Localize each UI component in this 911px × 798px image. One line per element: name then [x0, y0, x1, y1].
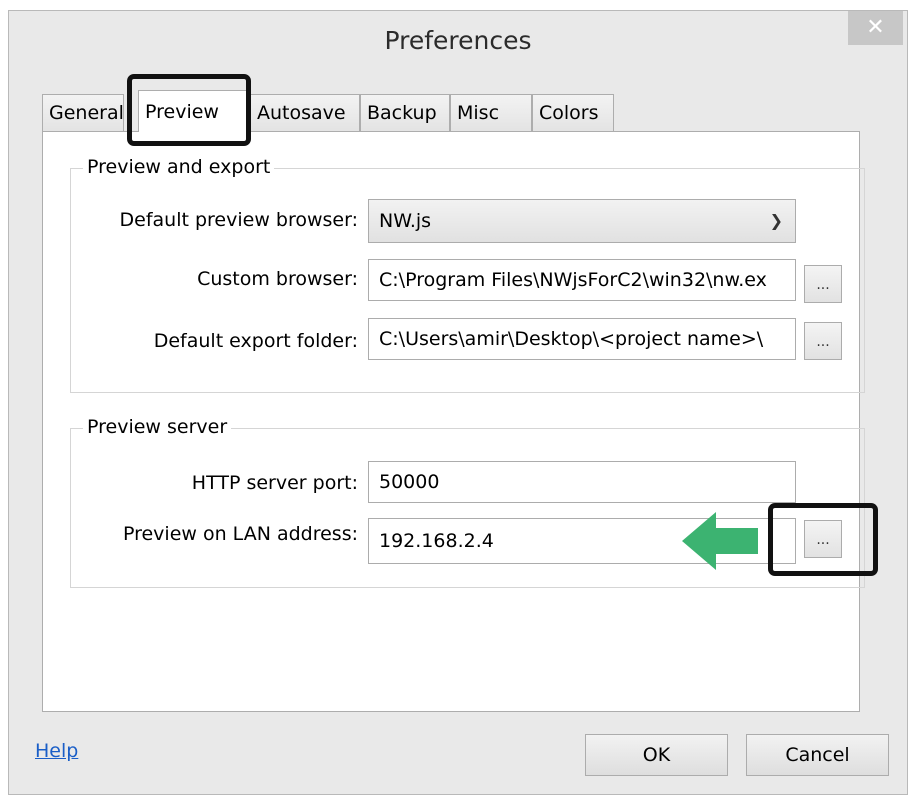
- lan-browse-highlight: [768, 503, 878, 576]
- tab-general[interactable]: General: [42, 94, 124, 132]
- preview-tab-highlight: [127, 74, 251, 146]
- close-icon: ✕: [866, 15, 885, 40]
- help-link[interactable]: Help: [35, 740, 78, 762]
- tab-autosave[interactable]: Autosave: [250, 94, 360, 132]
- tab-backup[interactable]: Backup: [360, 94, 450, 132]
- green-arrow-left-icon: [682, 512, 758, 570]
- chevron-down-icon: ❯: [769, 211, 783, 230]
- custom-browser-label: Custom browser:: [197, 268, 358, 290]
- export-folder-input[interactable]: C:\Users\amir\Desktop\<project name>\: [368, 318, 796, 360]
- default-browser-value: NW.js: [379, 210, 432, 232]
- http-port-label: HTTP server port:: [191, 472, 358, 494]
- export-folder-browse-button[interactable]: ...: [804, 322, 842, 360]
- tab-colors[interactable]: Colors: [532, 94, 614, 132]
- custom-browser-input[interactable]: C:\Program Files\NWjsForC2\win32\nw.ex: [368, 259, 796, 301]
- dialog-title: Preferences: [384, 26, 532, 55]
- lan-address-label: Preview on LAN address:: [122, 523, 358, 545]
- http-port-input[interactable]: 50000: [368, 461, 796, 503]
- export-folder-label: Default export folder:: [153, 330, 358, 352]
- close-button[interactable]: ✕: [848, 11, 903, 45]
- custom-browser-browse-button[interactable]: ...: [804, 265, 842, 303]
- ok-button[interactable]: OK: [585, 734, 728, 776]
- default-browser-label: Default preview browser:: [119, 209, 358, 231]
- cancel-button[interactable]: Cancel: [746, 734, 889, 776]
- default-browser-select[interactable]: NW.js ❯: [368, 199, 796, 243]
- preview-server-legend: Preview server: [83, 416, 232, 438]
- tab-misc[interactable]: Misc: [450, 94, 532, 132]
- title-bar: Preferences ✕: [9, 11, 907, 81]
- preview-export-legend: Preview and export: [83, 156, 275, 178]
